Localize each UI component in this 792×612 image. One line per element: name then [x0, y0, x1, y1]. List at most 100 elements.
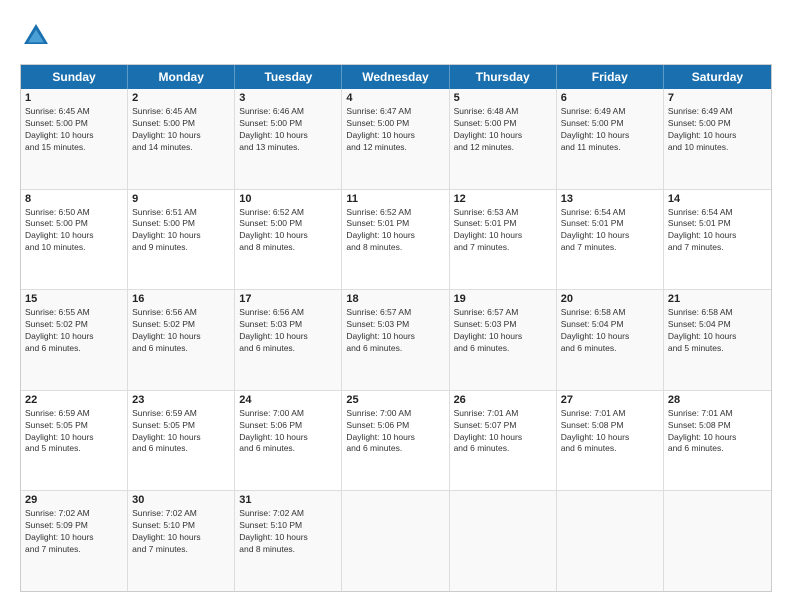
calendar-cell — [342, 491, 449, 591]
calendar-cell: 11 Sunrise: 6:52 AMSunset: 5:01 PMDayligh… — [342, 190, 449, 290]
calendar-cell: 8 Sunrise: 6:50 AMSunset: 5:00 PMDaylight… — [21, 190, 128, 290]
cell-content: Sunrise: 6:56 AMSunset: 5:03 PMDaylight:… — [239, 307, 337, 355]
cell-content: Sunrise: 6:54 AMSunset: 5:01 PMDaylight:… — [561, 207, 659, 255]
day-number: 18 — [346, 293, 444, 305]
day-number: 10 — [239, 193, 337, 205]
cell-content: Sunrise: 6:49 AMSunset: 5:00 PMDaylight:… — [561, 106, 659, 154]
header-day-sunday: Sunday — [21, 65, 128, 89]
calendar-row-2: 8 Sunrise: 6:50 AMSunset: 5:00 PMDaylight… — [21, 190, 771, 291]
cell-content: Sunrise: 6:46 AMSunset: 5:00 PMDaylight:… — [239, 106, 337, 154]
calendar-cell: 12 Sunrise: 6:53 AMSunset: 5:01 PMDayligh… — [450, 190, 557, 290]
day-number: 30 — [132, 494, 230, 506]
calendar-row-5: 29 Sunrise: 7:02 AMSunset: 5:09 PMDayligh… — [21, 491, 771, 591]
header-day-wednesday: Wednesday — [342, 65, 449, 89]
page: SundayMondayTuesdayWednesdayThursdayFrid… — [0, 0, 792, 612]
day-number: 19 — [454, 293, 552, 305]
calendar-cell: 26 Sunrise: 7:01 AMSunset: 5:07 PMDayligh… — [450, 391, 557, 491]
day-number: 11 — [346, 193, 444, 205]
calendar-cell: 7 Sunrise: 6:49 AMSunset: 5:00 PMDaylight… — [664, 89, 771, 189]
day-number: 2 — [132, 92, 230, 104]
day-number: 29 — [25, 494, 123, 506]
day-number: 8 — [25, 193, 123, 205]
header-day-tuesday: Tuesday — [235, 65, 342, 89]
calendar-cell: 28 Sunrise: 7:01 AMSunset: 5:08 PMDayligh… — [664, 391, 771, 491]
cell-content: Sunrise: 6:49 AMSunset: 5:00 PMDaylight:… — [668, 106, 767, 154]
cell-content: Sunrise: 7:00 AMSunset: 5:06 PMDaylight:… — [239, 408, 337, 456]
day-number: 24 — [239, 394, 337, 406]
cell-content: Sunrise: 6:56 AMSunset: 5:02 PMDaylight:… — [132, 307, 230, 355]
cell-content: Sunrise: 7:00 AMSunset: 5:06 PMDaylight:… — [346, 408, 444, 456]
cell-content: Sunrise: 6:54 AMSunset: 5:01 PMDaylight:… — [668, 207, 767, 255]
calendar-row-3: 15Sunrise: 6:55 AMSunset: 5:02 PMDayligh… — [21, 290, 771, 391]
day-number: 26 — [454, 394, 552, 406]
cell-content: Sunrise: 6:57 AMSunset: 5:03 PMDaylight:… — [454, 307, 552, 355]
calendar-cell: 19 Sunrise: 6:57 AMSunset: 5:03 PMDayligh… — [450, 290, 557, 390]
header-day-thursday: Thursday — [450, 65, 557, 89]
logo — [20, 20, 56, 52]
calendar-cell: 20 Sunrise: 6:58 AMSunset: 5:04 PMDayligh… — [557, 290, 664, 390]
cell-content: Sunrise: 6:58 AMSunset: 5:04 PMDaylight:… — [668, 307, 767, 355]
day-number: 20 — [561, 293, 659, 305]
cell-content: Sunrise: 6:45 AMSunset: 5:00 PMDaylight:… — [132, 106, 230, 154]
cell-content: Sunrise: 6:57 AMSunset: 5:03 PMDaylight:… — [346, 307, 444, 355]
calendar-cell: 29 Sunrise: 7:02 AMSunset: 5:09 PMDayligh… — [21, 491, 128, 591]
cell-content: Sunrise: 6:47 AMSunset: 5:00 PMDaylight:… — [346, 106, 444, 154]
cell-content: Sunrise: 6:45 AMSunset: 5:00 PMDaylight:… — [25, 106, 123, 154]
cell-content: Sunrise: 6:52 AMSunset: 5:01 PMDaylight:… — [346, 207, 444, 255]
day-number: 9 — [132, 193, 230, 205]
cell-content: Sunrise: 7:01 AMSunset: 5:08 PMDaylight:… — [561, 408, 659, 456]
calendar-cell: 5 Sunrise: 6:48 AMSunset: 5:00 PMDaylight… — [450, 89, 557, 189]
calendar-cell: 13 Sunrise: 6:54 AMSunset: 5:01 PMDayligh… — [557, 190, 664, 290]
day-number: 23 — [132, 394, 230, 406]
day-number: 3 — [239, 92, 337, 104]
header-day-monday: Monday — [128, 65, 235, 89]
day-number: 13 — [561, 193, 659, 205]
calendar-cell: 18 Sunrise: 6:57 AMSunset: 5:03 PMDayligh… — [342, 290, 449, 390]
cell-content: Sunrise: 6:48 AMSunset: 5:00 PMDaylight:… — [454, 106, 552, 154]
day-number: 12 — [454, 193, 552, 205]
cell-content: Sunrise: 6:58 AMSunset: 5:04 PMDaylight:… — [561, 307, 659, 355]
calendar-cell: 6 Sunrise: 6:49 AMSunset: 5:00 PMDaylight… — [557, 89, 664, 189]
calendar-cell: 31 Sunrise: 7:02 AMSunset: 5:10 PMDayligh… — [235, 491, 342, 591]
day-number: 14 — [668, 193, 767, 205]
cell-content: Sunrise: 7:02 AMSunset: 5:09 PMDaylight:… — [25, 508, 123, 556]
day-number: 7 — [668, 92, 767, 104]
header-day-saturday: Saturday — [664, 65, 771, 89]
calendar-cell: 1 Sunrise: 6:45 AMSunset: 5:00 PMDaylight… — [21, 89, 128, 189]
day-number: 17 — [239, 293, 337, 305]
cell-content: Sunrise: 6:50 AMSunset: 5:00 PMDaylight:… — [25, 207, 123, 255]
calendar-cell: 9Sunrise: 6:51 AMSunset: 5:00 PMDaylight… — [128, 190, 235, 290]
day-number: 5 — [454, 92, 552, 104]
calendar-cell: 24 Sunrise: 7:00 AMSunset: 5:06 PMDayligh… — [235, 391, 342, 491]
calendar-cell — [664, 491, 771, 591]
day-number: 27 — [561, 394, 659, 406]
calendar-cell: 27 Sunrise: 7:01 AMSunset: 5:08 PMDayligh… — [557, 391, 664, 491]
day-number: 1 — [25, 92, 123, 104]
cell-content: Sunrise: 7:02 AMSunset: 5:10 PMDaylight:… — [132, 508, 230, 556]
calendar-body: 1 Sunrise: 6:45 AMSunset: 5:00 PMDaylight… — [21, 89, 771, 591]
day-number: 6 — [561, 92, 659, 104]
cell-content: Sunrise: 7:01 AMSunset: 5:08 PMDaylight:… — [668, 408, 767, 456]
calendar-cell: 2 Sunrise: 6:45 AMSunset: 5:00 PMDaylight… — [128, 89, 235, 189]
cell-content: Sunrise: 7:02 AMSunset: 5:10 PMDaylight:… — [239, 508, 337, 556]
day-number: 25 — [346, 394, 444, 406]
cell-content: Sunrise: 6:59 AMSunset: 5:05 PMDaylight:… — [132, 408, 230, 456]
calendar-cell: 15Sunrise: 6:55 AMSunset: 5:02 PMDayligh… — [21, 290, 128, 390]
calendar-cell: 4 Sunrise: 6:47 AMSunset: 5:00 PMDaylight… — [342, 89, 449, 189]
cell-content: Sunrise: 6:53 AMSunset: 5:01 PMDaylight:… — [454, 207, 552, 255]
calendar-cell: 23 Sunrise: 6:59 AMSunset: 5:05 PMDayligh… — [128, 391, 235, 491]
day-number: 4 — [346, 92, 444, 104]
calendar: SundayMondayTuesdayWednesdayThursdayFrid… — [20, 64, 772, 592]
day-number: 31 — [239, 494, 337, 506]
calendar-cell: 16Sunrise: 6:56 AMSunset: 5:02 PMDayligh… — [128, 290, 235, 390]
calendar-cell: 21 Sunrise: 6:58 AMSunset: 5:04 PMDayligh… — [664, 290, 771, 390]
calendar-cell: 22Sunrise: 6:59 AMSunset: 5:05 PMDayligh… — [21, 391, 128, 491]
day-number: 28 — [668, 394, 767, 406]
logo-icon — [20, 20, 52, 52]
calendar-cell: 3 Sunrise: 6:46 AMSunset: 5:00 PMDaylight… — [235, 89, 342, 189]
cell-content: Sunrise: 6:55 AMSunset: 5:02 PMDaylight:… — [25, 307, 123, 355]
day-number: 21 — [668, 293, 767, 305]
calendar-row-4: 22Sunrise: 6:59 AMSunset: 5:05 PMDayligh… — [21, 391, 771, 492]
calendar-cell: 17 Sunrise: 6:56 AMSunset: 5:03 PMDayligh… — [235, 290, 342, 390]
cell-content: Sunrise: 7:01 AMSunset: 5:07 PMDaylight:… — [454, 408, 552, 456]
